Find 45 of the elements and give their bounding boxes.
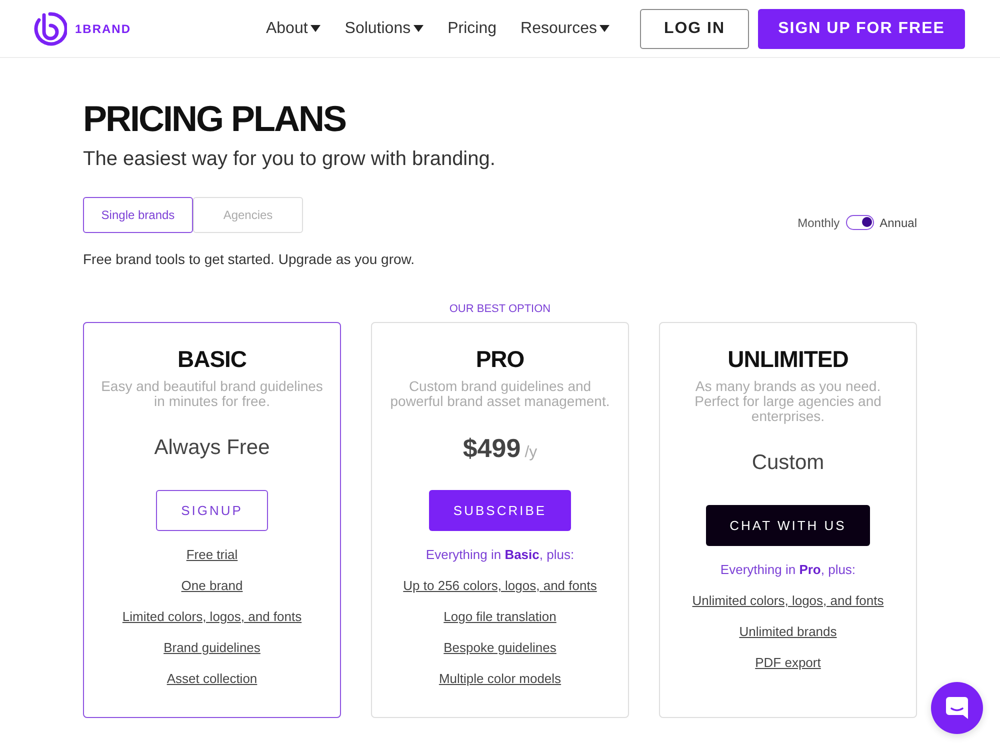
feature-link[interactable]: Up to 256 colors, logos, and fonts <box>403 578 597 594</box>
includes-text: Everything in Basic, plus: <box>426 547 574 563</box>
feature-link[interactable]: Bespoke guidelines <box>444 640 556 656</box>
nav-link[interactable]: About <box>266 20 321 38</box>
billing-switch[interactable] <box>846 215 874 230</box>
feature-link[interactable]: Brand guidelines <box>164 640 260 656</box>
plan-name: PRO <box>476 345 524 373</box>
feature-link[interactable]: Asset collection <box>166 671 258 687</box>
sign-up-free-button[interactable]: SIGN UP FOR FREE <box>758 8 965 48</box>
plan-description: Easy and beautiful brand guidelines in minutes for free. <box>101 379 323 409</box>
intro-text: Free brand tools to get started. Upgrade as you grow. <box>83 250 416 268</box>
billing-label: Monthly <box>798 216 840 230</box>
feature-link[interactable]: Limited colors, logos, and fonts <box>122 609 302 625</box>
plan-name: UNLIMITED <box>728 345 848 373</box>
price-period: /y <box>524 444 538 462</box>
feature-link[interactable]: Free trial <box>186 547 238 563</box>
login-button[interactable]: LOG IN <box>640 8 749 48</box>
page-title: PRICING PLANS <box>83 99 347 139</box>
plan-description: As many brands as you need. Perfect for large agencies and enterprises. <box>694 379 882 424</box>
feature-link[interactable]: Unlimited colors, logos, and fonts <box>692 593 884 609</box>
feature-link[interactable]: Logo file translation <box>444 609 556 625</box>
page-subtitle: The easiest way for you to grow with branding. <box>83 147 496 172</box>
chat-bubble-icon <box>945 696 969 720</box>
nav-link[interactable]: Resources <box>520 20 610 38</box>
plan-button[interactable]: SUBSCRIBE <box>429 490 571 531</box>
plan-price: Custom <box>752 450 824 476</box>
plan-name: BASIC <box>177 345 247 373</box>
feature-link[interactable]: One brand <box>181 578 243 594</box>
plan-description: Custom brand guidelines and powerful brand asset management. <box>389 379 611 409</box>
nav-link[interactable]: Solutions <box>344 20 424 38</box>
best-option-label: OUR BEST OPTION <box>449 302 551 316</box>
feature-link[interactable]: Multiple color models <box>438 671 562 687</box>
plan-button[interactable]: SIGNUP <box>156 490 268 531</box>
plan-price: $499 <box>462 433 521 463</box>
feature-link[interactable]: Unlimited brands <box>739 624 837 640</box>
feature-link[interactable]: PDF export <box>755 655 821 671</box>
logo-text[interactable]: 1BRAND <box>75 22 132 36</box>
chat-button[interactable] <box>931 682 983 734</box>
plan-button[interactable]: CHAT WITH US <box>706 505 870 546</box>
logo-icon[interactable] <box>33 12 67 46</box>
includes-text: Everything in Pro, plus: <box>720 562 856 578</box>
billing-label: Annual <box>880 216 917 230</box>
audience-tab[interactable]: Single brands <box>83 197 193 233</box>
nav-link[interactable]: Pricing <box>448 20 497 38</box>
plan-price: Always Free <box>154 435 270 461</box>
